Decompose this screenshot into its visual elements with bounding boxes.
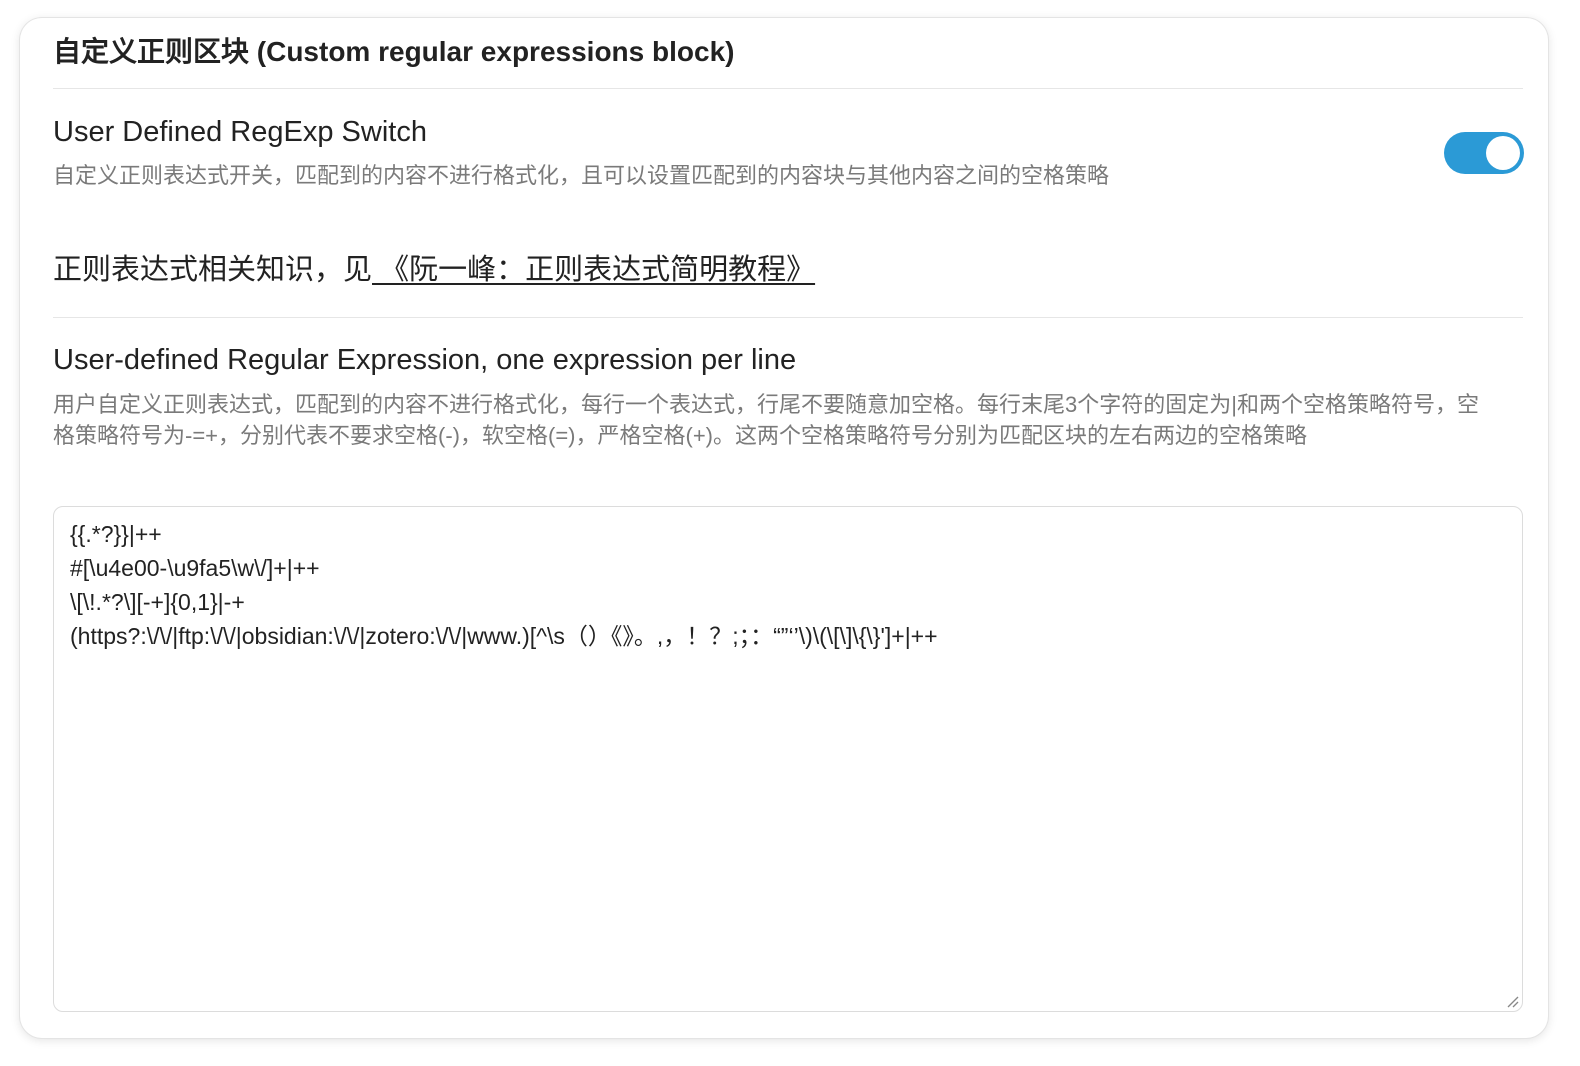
divider [53,317,1523,318]
settings-card: 自定义正则区块 (Custom regular expressions bloc… [20,18,1548,1038]
regex-line: (https?:\/\/|ftp:\/\/|obsidian:\/\/|zote… [70,623,938,649]
regex-line: {{.*?}}|++ [70,521,162,547]
regex-knowledge-line: 正则表达式相关知识，见 《阮一峰：正则表达式简明教程》 [53,246,815,288]
regexp-switch-name: User Defined RegExp Switch [53,116,427,148]
resize-handle-icon[interactable] [1505,994,1519,1008]
knowledge-prefix: 正则表达式相关知识，见 [53,254,373,286]
regex-line: \[\!.*?\][-+]{0,1}|-+ [70,589,245,615]
regexp-switch-description: 自定义正则表达式开关，匹配到的内容不进行格式化，且可以设置匹配到的内容块与其他内… [53,163,1110,188]
section-title: 自定义正则区块 (Custom regular expressions bloc… [53,36,735,67]
regexp-switch-toggle[interactable] [1444,132,1524,174]
regex-line: #[\u4e00-\u9fa5\w\/]+|++ [70,555,320,581]
divider [53,88,1523,89]
regex-textarea[interactable]: {{.*?}}|++ #[\u4e00-\u9fa5\w\/]+|++ \[\!… [53,506,1523,1012]
regex-tutorial-link[interactable]: 《阮一峰：正则表达式简明教程》 [372,254,815,286]
user-regex-name: User-defined Regular Expression, one exp… [53,344,797,376]
user-regex-description: 用户自定义正则表达式，匹配到的内容不进行格式化，每行一个表达式，行尾不要随意加空… [53,392,1479,448]
toggle-knob [1486,136,1520,170]
